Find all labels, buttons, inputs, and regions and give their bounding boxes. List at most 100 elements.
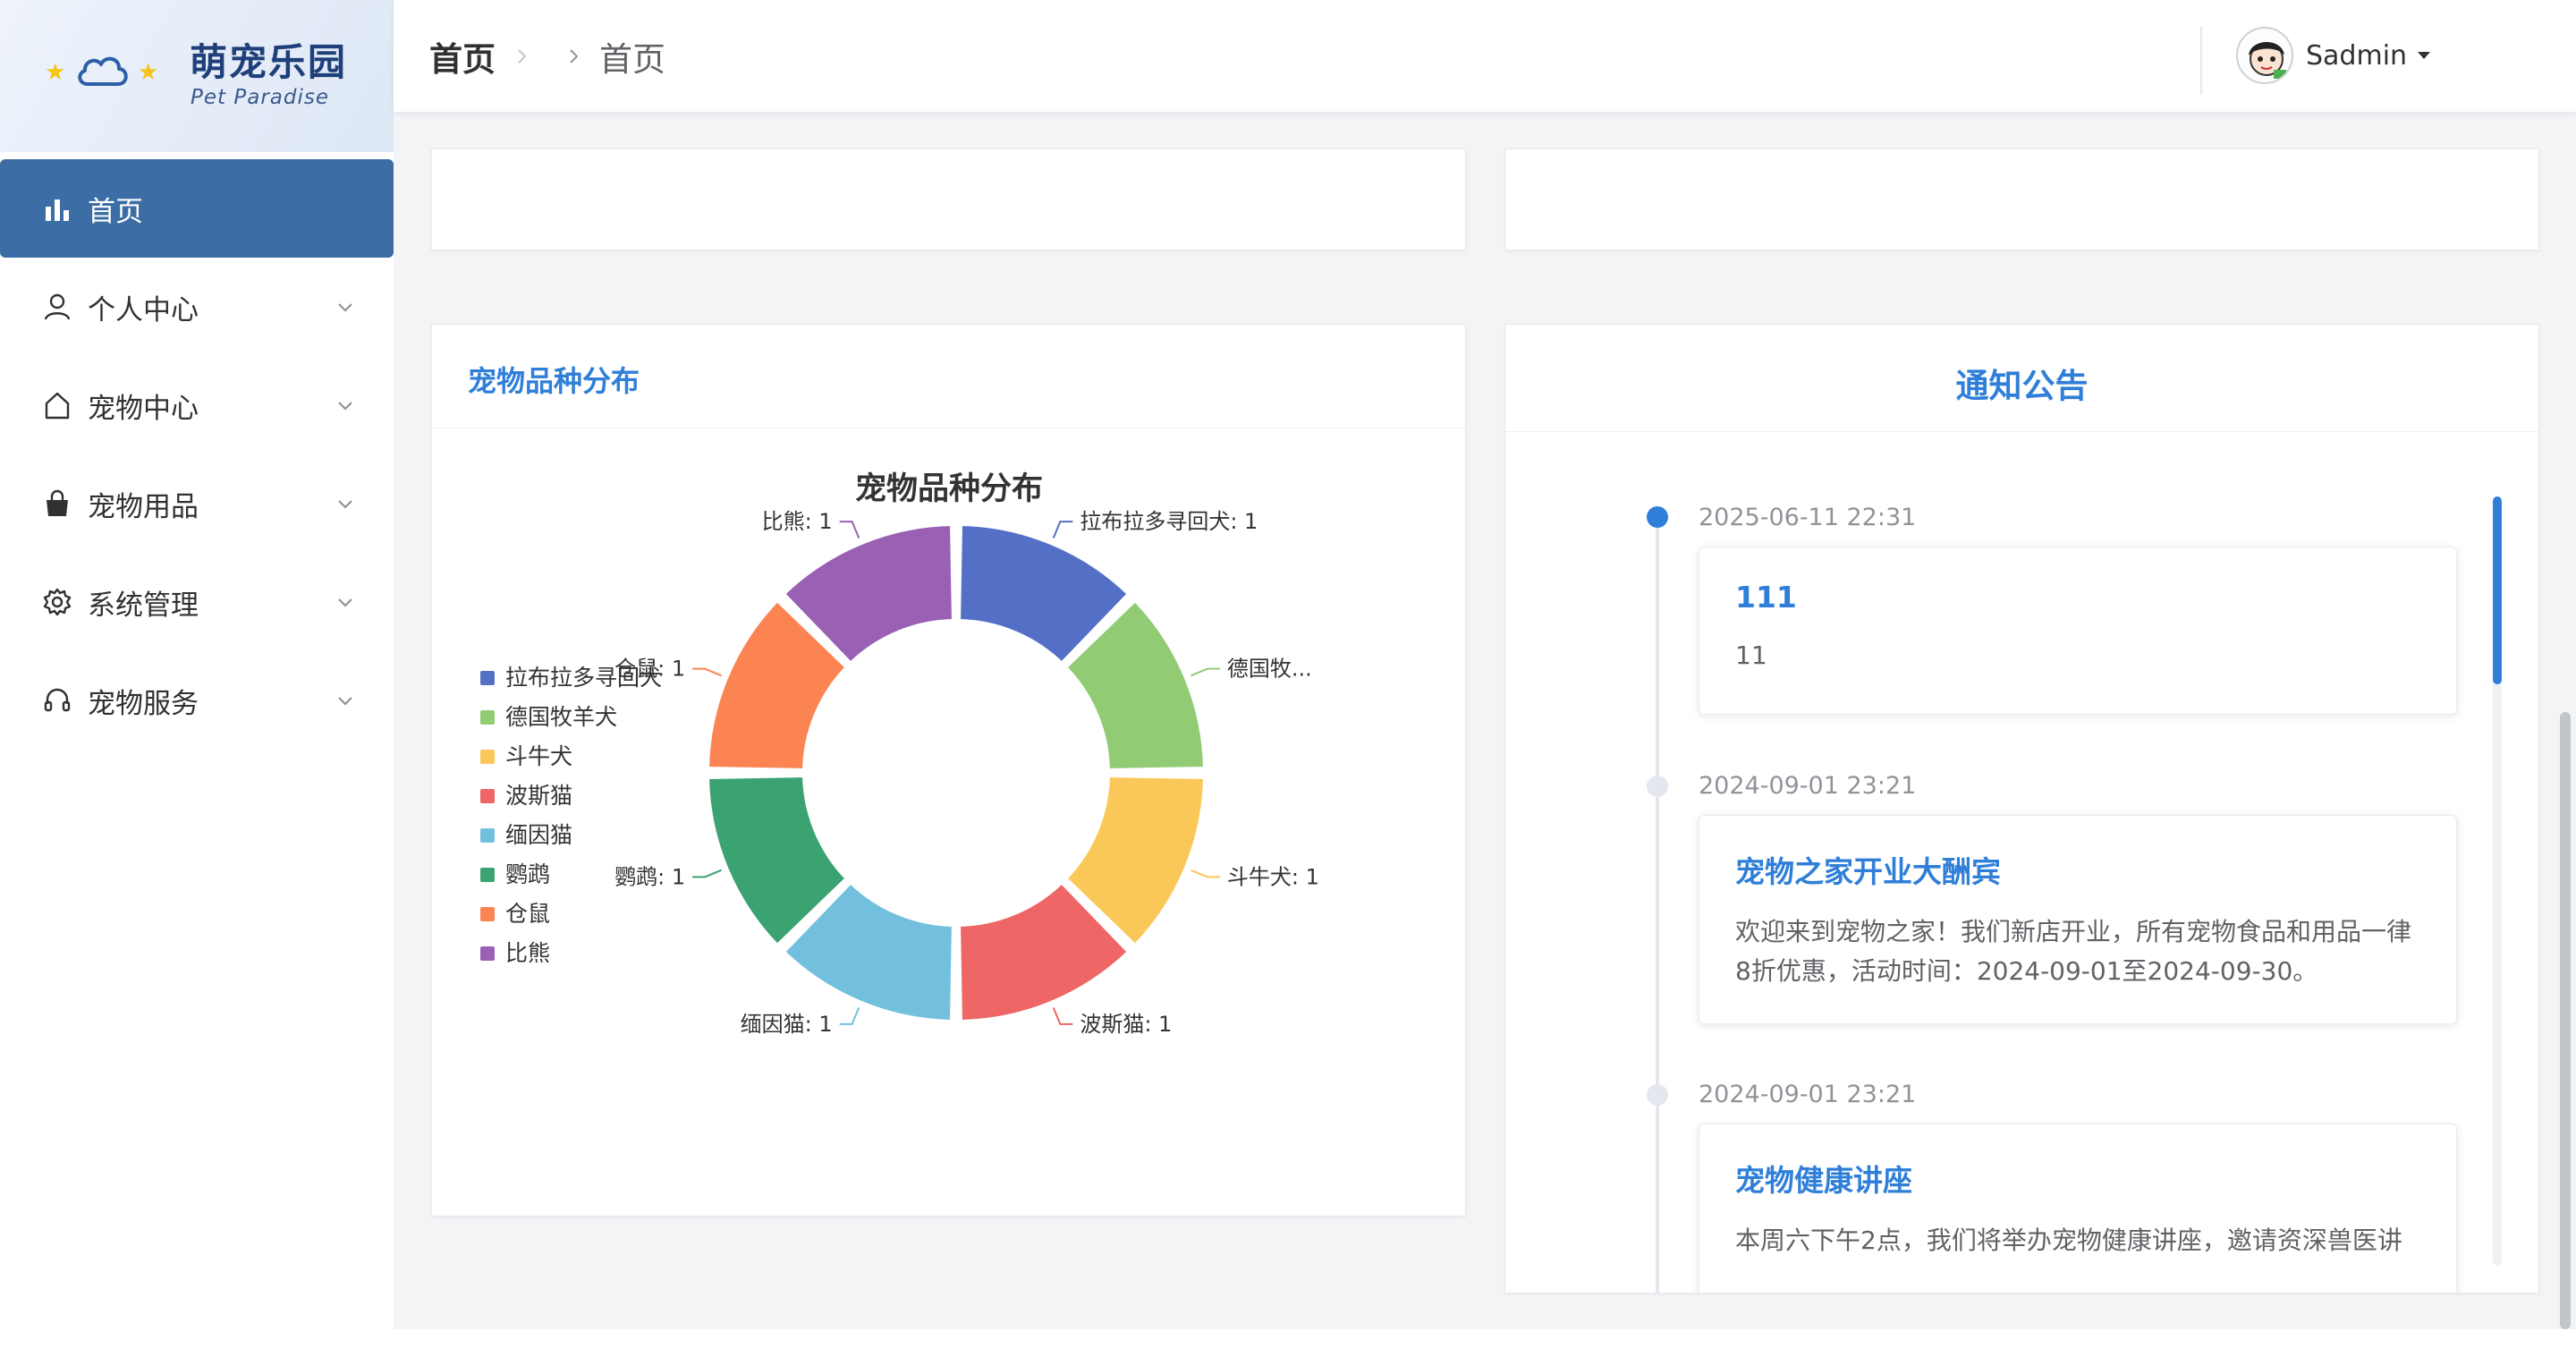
legend-label: 缅因猫 bbox=[505, 822, 572, 848]
legend-swatch bbox=[480, 671, 495, 685]
app-subtitle: Pet Paradise bbox=[191, 86, 329, 109]
slice-label: 斗牛犬: 1 bbox=[1227, 864, 1319, 889]
bar-chart-icon bbox=[43, 194, 72, 223]
stat-card bbox=[1504, 148, 2539, 250]
legend-label: 比熊 bbox=[505, 940, 550, 966]
sidebar-item-system[interactable]: 系统管理 bbox=[0, 553, 394, 651]
sidebar-item-profile[interactable]: 个人中心 bbox=[0, 258, 394, 356]
slice-leader-line bbox=[839, 521, 860, 539]
sidebar-menu: 首页 个人中心 宠物中心 宠物用品 系统管理 宠物服务 bbox=[0, 159, 394, 750]
footer-strip bbox=[394, 1329, 2576, 1357]
notice-item[interactable]: 宠物之家开业大酬宾 欢迎来到宠物之家！我们新店开业，所有宠物食品和用品一律8折优… bbox=[1699, 815, 2457, 1024]
notice-time: 2025-06-11 22:31 bbox=[1699, 504, 1917, 531]
notice-card: 通知公告 2025-06-11 22:31 111 11 2024-09-01 … bbox=[1504, 324, 2539, 1293]
chevron-down-icon bbox=[338, 598, 352, 607]
slice-leader-line bbox=[692, 869, 723, 878]
pet-breed-chart-card: 宠物品种分布 宠物品种分布 拉布拉多寻回犬 德国牧羊犬 斗牛犬 波斯猫 缅因猫 鹦鹉 仓鼠 比熊… bbox=[431, 324, 1466, 1217]
timeline-line bbox=[1656, 513, 1659, 1293]
slice-label: 拉布拉多寻回犬: 1 bbox=[1080, 509, 1258, 534]
sidebar-item-label: 个人中心 bbox=[88, 293, 199, 327]
notice-body: 欢迎来到宠物之家！我们新店开业，所有宠物食品和用品一律8折优惠，活动时间：202… bbox=[1735, 917, 2412, 986]
notice-item[interactable]: 111 11 bbox=[1699, 547, 2457, 715]
chevron-down-icon bbox=[338, 500, 352, 509]
user-menu[interactable]: Sadmin bbox=[2236, 27, 2432, 84]
slice-leader-line bbox=[1190, 667, 1220, 677]
slice-label: 缅因猫: 1 bbox=[741, 1012, 833, 1037]
chart-title: 宠物品种分布 bbox=[855, 471, 1043, 507]
app-title: 萌宠乐园 bbox=[190, 40, 348, 84]
notice-scrollbar-thumb[interactable] bbox=[2493, 496, 2502, 684]
breadcrumb: 首页 首页 bbox=[429, 32, 665, 81]
chevron-down-icon bbox=[338, 697, 352, 706]
legend-swatch bbox=[480, 828, 495, 843]
slice-label: 比熊: 1 bbox=[762, 509, 833, 534]
sidebar-item-pet-center[interactable]: 宠物中心 bbox=[0, 356, 394, 454]
legend-swatch bbox=[480, 946, 495, 961]
notice-title[interactable]: 宠物健康讲座 bbox=[1735, 1157, 2420, 1200]
top-header: 首页 首页 Sadmin bbox=[394, 0, 2576, 113]
sidebar-item-label: 首页 bbox=[88, 195, 143, 228]
card-title: 通知公告 bbox=[1505, 325, 2538, 432]
slice-leader-line bbox=[839, 1006, 860, 1025]
gear-icon bbox=[43, 588, 72, 616]
legend-label: 仓鼠 bbox=[505, 901, 550, 927]
caret-down-icon[interactable] bbox=[2416, 47, 2432, 64]
slice-leader-line bbox=[1052, 1006, 1073, 1025]
sidebar-item-label: 宠物中心 bbox=[88, 392, 199, 425]
timeline-dot bbox=[1647, 776, 1668, 797]
notice-item[interactable]: 宠物健康讲座 本周六下午2点，我们将举办宠物健康讲座，邀请资深兽医讲 bbox=[1699, 1124, 2457, 1293]
cloud-icon bbox=[78, 56, 128, 86]
star-icon: ★ bbox=[45, 59, 66, 86]
slice-label: 仓鼠: 1 bbox=[614, 657, 685, 682]
breadcrumb-item[interactable]: 首页 bbox=[429, 32, 496, 81]
legend-label: 波斯猫 bbox=[505, 783, 572, 809]
slice-label: 波斯猫: 1 bbox=[1080, 1012, 1172, 1037]
username[interactable]: Sadmin bbox=[2306, 40, 2407, 72]
shopping-bag-icon bbox=[43, 489, 72, 518]
sidebar-item-label: 系统管理 bbox=[88, 589, 199, 622]
sidebar-item-home[interactable]: 首页 bbox=[0, 159, 394, 258]
sidebar-item-label: 宠物用品 bbox=[88, 490, 199, 523]
timeline-dot bbox=[1647, 506, 1668, 528]
legend-swatch bbox=[480, 868, 495, 882]
slice-leader-line bbox=[1052, 521, 1073, 539]
legend-swatch bbox=[480, 907, 495, 921]
stat-card bbox=[431, 148, 1466, 250]
legend-label: 鹦鹉 bbox=[505, 861, 550, 887]
app-logo[interactable]: ★ ★ 萌宠乐园 Pet Paradise bbox=[0, 0, 394, 152]
timeline-dot bbox=[1647, 1084, 1668, 1106]
notice-body: 本周六下午2点，我们将举办宠物健康讲座，邀请资深兽医讲 bbox=[1735, 1226, 2402, 1255]
sidebar-item-pet-supplies[interactable]: 宠物用品 bbox=[0, 454, 394, 553]
slice-leader-line bbox=[692, 667, 723, 677]
chevron-down-icon bbox=[338, 303, 352, 312]
donut-chart: 宠物品种分布拉布拉多寻回犬德国牧羊犬斗牛犬波斯猫缅因猫鹦鹉仓鼠比熊拉布拉多寻回犬… bbox=[480, 471, 1319, 1037]
notice-title[interactable]: 111 bbox=[1735, 580, 2420, 615]
avatar[interactable] bbox=[2236, 27, 2293, 84]
user-icon bbox=[43, 293, 72, 321]
star-icon: ★ bbox=[138, 59, 159, 86]
page-scrollbar[interactable] bbox=[2560, 712, 2571, 1329]
home-icon bbox=[43, 391, 72, 420]
notice-time: 2024-09-01 23:21 bbox=[1699, 1081, 1917, 1108]
notice-body: 11 bbox=[1735, 640, 1767, 670]
chevron-right-icon bbox=[570, 49, 579, 64]
breadcrumb-item: 首页 bbox=[599, 40, 665, 79]
slice-label: 鹦鹉: 1 bbox=[614, 864, 685, 889]
legend-label: 德国牧羊犬 bbox=[505, 704, 617, 730]
chevron-down-icon bbox=[338, 402, 352, 411]
legend-swatch bbox=[480, 710, 495, 725]
slice-leader-line bbox=[1190, 869, 1220, 878]
legend-swatch bbox=[480, 789, 495, 803]
legend-label: 斗牛犬 bbox=[505, 743, 572, 769]
notice-title[interactable]: 宠物之家开业大酬宾 bbox=[1735, 848, 2420, 891]
slice-label: 德国牧... bbox=[1227, 657, 1312, 682]
sidebar-item-pet-service[interactable]: 宠物服务 bbox=[0, 651, 394, 750]
headset-icon bbox=[43, 686, 72, 715]
legend-swatch bbox=[480, 750, 495, 764]
sidebar: ★ ★ 萌宠乐园 Pet Paradise 首页 个人中心 宠物中心 宠物用品 … bbox=[0, 0, 394, 1357]
header-divider bbox=[2200, 27, 2202, 95]
chevron-right-icon bbox=[518, 49, 527, 64]
sidebar-item-label: 宠物服务 bbox=[88, 687, 199, 720]
notice-time: 2024-09-01 23:21 bbox=[1699, 772, 1917, 800]
card-title: 宠物品种分布 bbox=[432, 325, 1465, 428]
